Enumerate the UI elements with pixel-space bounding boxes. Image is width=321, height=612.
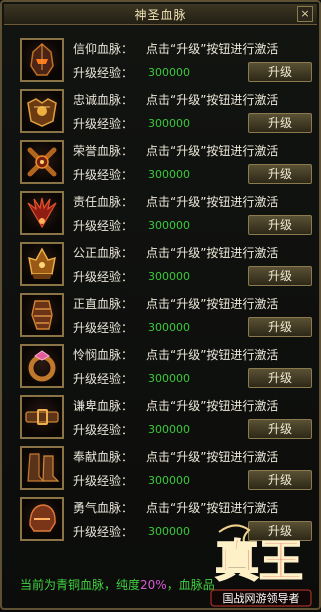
window-title: 神圣血脉: [134, 8, 187, 22]
purity-percent: 20%: [140, 578, 167, 592]
bloodline-name: 怜悯血脉：: [73, 348, 134, 362]
upgrade-button-loyalty[interactable]: 升级: [248, 113, 312, 133]
activate-hint: 点击“升级”按钮进行激活: [146, 93, 279, 107]
exp-value: 300000: [148, 219, 190, 232]
bloodline-name: 勇气血脉：: [73, 501, 134, 515]
bloodline-name: 谦卑血脉：: [73, 399, 134, 413]
exp-label: 升级经验：: [73, 423, 134, 437]
bloodline-name: 荣誉血脉：: [73, 144, 134, 158]
exp-value: 300000: [148, 372, 190, 385]
bloodline-name: 责任血脉：: [73, 195, 134, 209]
exp-label: 升级经验：: [73, 474, 134, 488]
bloodline-name: 正直血脉：: [73, 297, 134, 311]
close-icon[interactable]: ×: [297, 6, 313, 22]
golden-armor-icon[interactable]: [20, 89, 64, 133]
activate-hint: 点击“升级”按钮进行激活: [146, 450, 279, 464]
bloodline-status: 当前为青铜血脉，纯度20%，血脉品: [20, 576, 215, 593]
bloodline-row-honor: 荣誉血脉： 点击“升级”按钮进行激活 升级经验： 300000 升级: [10, 138, 312, 188]
exp-label: 升级经验：: [73, 168, 134, 182]
upgrade-button-humility[interactable]: 升级: [248, 419, 312, 439]
bloodline-name: 奉献血脉：: [73, 450, 134, 464]
exp-value: 300000: [148, 117, 190, 130]
exp-label: 升级经验：: [73, 219, 134, 233]
golden-crown-icon[interactable]: [20, 242, 64, 286]
activate-hint: 点击“升级”按钮进行激活: [146, 501, 279, 515]
bloodline-row-responsibility: 责任血脉： 点击“升级”按钮进行激活 升级经验： 300000 升级: [10, 189, 312, 239]
activate-hint: 点击“升级”按钮进行激活: [146, 195, 279, 209]
belt-icon[interactable]: [20, 395, 64, 439]
helm-icon[interactable]: [20, 497, 64, 541]
exp-value: 300000: [148, 270, 190, 283]
bloodline-row-justice: 公正血脉： 点击“升级”按钮进行激活 升级经验： 300000 升级: [10, 240, 312, 290]
bloodline-row-mercy: 怜悯血脉： 点击“升级”按钮进行激活 升级经验： 300000 升级: [10, 342, 312, 392]
logo-text: 真王: [215, 536, 303, 587]
activate-hint: 点击“升级”按钮进行激活: [146, 144, 279, 158]
bloodline-row-integrity: 正直血脉： 点击“升级”按钮进行激活 升级经验： 300000 升级: [10, 291, 312, 341]
activate-hint: 点击“升级”按钮进行激活: [146, 297, 279, 311]
exp-label: 升级经验：: [73, 66, 134, 80]
upgrade-button-integrity[interactable]: 升级: [248, 317, 312, 337]
upgrade-button-justice[interactable]: 升级: [248, 266, 312, 286]
title-bar: 神圣血脉 ×: [4, 4, 317, 25]
exp-label: 升级经验：: [73, 270, 134, 284]
red-wings-icon[interactable]: [20, 191, 64, 235]
bloodline-name: 公正血脉：: [73, 246, 134, 260]
activate-hint: 点击“升级”按钮进行激活: [146, 246, 279, 260]
bloodline-name: 信仰血脉：: [73, 42, 134, 56]
exp-value: 300000: [148, 168, 190, 181]
upgrade-button-mercy[interactable]: 升级: [248, 368, 312, 388]
game-logo-watermark: 真王 国战网游领导者: [205, 518, 317, 608]
bloodline-name: 忠诚血脉：: [73, 93, 134, 107]
boots-icon[interactable]: [20, 446, 64, 490]
bloodline-row-loyalty: 忠诚血脉： 点击“升级”按钮进行激活 升级经验： 300000 升级: [10, 87, 312, 137]
gauntlet-icon[interactable]: [20, 293, 64, 337]
exp-value: 300000: [148, 66, 190, 79]
exp-label: 升级经验：: [73, 117, 134, 131]
exp-label: 升级经验：: [73, 525, 134, 539]
exp-value: 300000: [148, 423, 190, 436]
dark-helmet-icon[interactable]: [20, 38, 64, 82]
upgrade-button-faith[interactable]: 升级: [248, 62, 312, 82]
bloodline-row-humility: 谦卑血脉： 点击“升级”按钮进行激活 升级经验： 300000 升级: [10, 393, 312, 443]
activate-hint: 点击“升级”按钮进行激活: [146, 42, 279, 56]
bloodline-row-devotion: 奉献血脉： 点击“升级”按钮进行激活 升级经验： 300000 升级: [10, 444, 312, 494]
activate-hint: 点击“升级”按钮进行激活: [146, 348, 279, 362]
exp-value: 300000: [148, 474, 190, 487]
upgrade-button-responsibility[interactable]: 升级: [248, 215, 312, 235]
status-prefix: 当前为青铜血脉，纯度: [20, 578, 141, 592]
exp-label: 升级经验：: [73, 372, 134, 386]
exp-label: 升级经验：: [73, 321, 134, 335]
activate-hint: 点击“升级”按钮进行激活: [146, 399, 279, 413]
upgrade-button-devotion[interactable]: 升级: [248, 470, 312, 490]
exp-value: 300000: [148, 321, 190, 334]
bloodline-row-faith: 信仰血脉： 点击“升级”按钮进行激活 升级经验： 300000 升级: [10, 36, 312, 86]
ring-icon[interactable]: [20, 344, 64, 388]
upgrade-button-honor[interactable]: 升级: [248, 164, 312, 184]
exp-value: 300000: [148, 525, 190, 538]
cross-weapon-icon[interactable]: [20, 140, 64, 184]
logo-slogan: 国战网游领导者: [223, 592, 300, 605]
